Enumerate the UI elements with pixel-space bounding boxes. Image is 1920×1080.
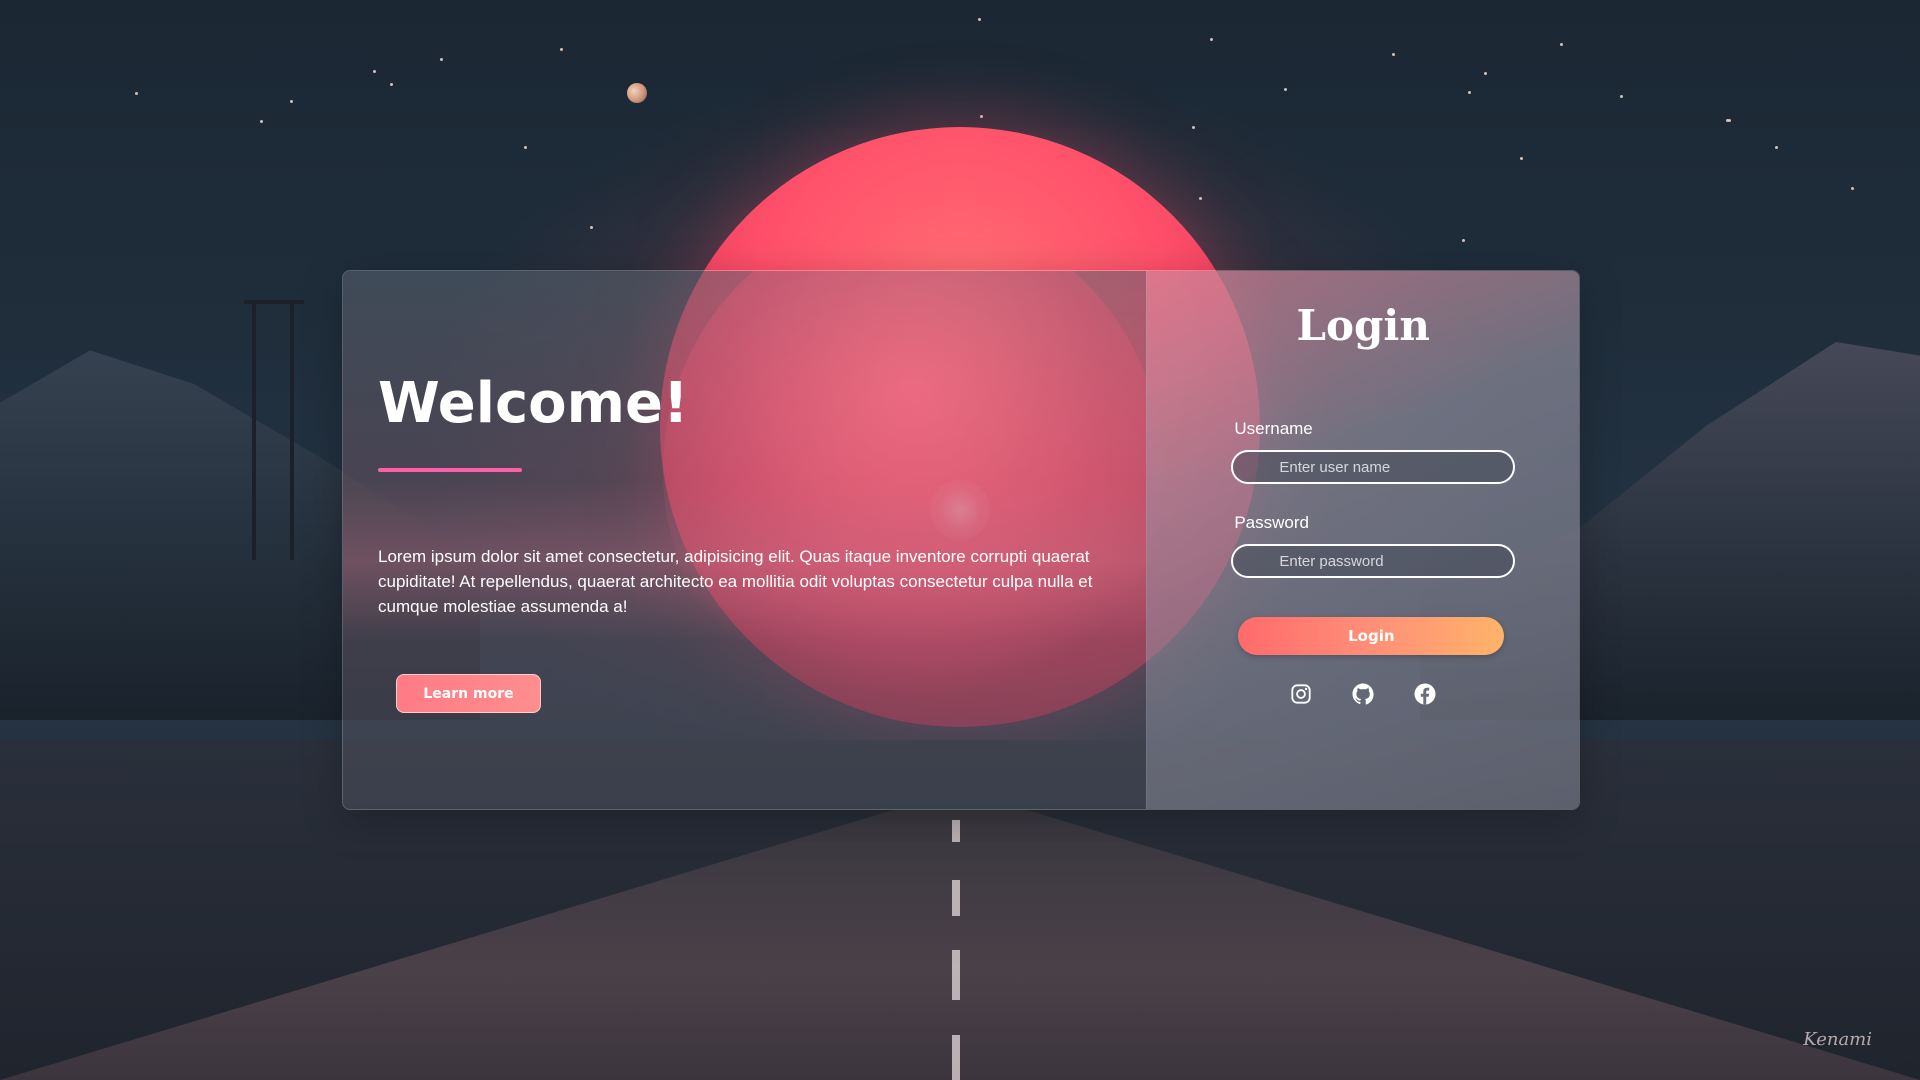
utility-pole [290, 300, 294, 560]
welcome-description: Lorem ipsum dolor sit amet consectetur, … [378, 547, 1093, 616]
learn-more-button[interactable]: Learn more [396, 674, 541, 713]
username-input[interactable] [1231, 450, 1516, 484]
login-panel: Login Username Password Login [1146, 271, 1579, 809]
facebook-icon[interactable] [1412, 681, 1438, 707]
small-moon [627, 83, 647, 103]
social-links [1147, 681, 1579, 707]
artist-signature: Kenami [1803, 1029, 1872, 1050]
utility-pole [252, 300, 256, 560]
road-marking [952, 880, 960, 916]
login-card: Welcome! Lorem ipsum dolor sit amet cons… [342, 270, 1580, 810]
welcome-title: Welcome! [378, 371, 689, 436]
password-input[interactable] [1231, 544, 1516, 578]
welcome-panel: Welcome! Lorem ipsum dolor sit amet cons… [343, 271, 1163, 809]
background-scene: Kenami Welcome! Lorem ipsum dolor sit am… [0, 0, 1920, 1080]
road-marking [952, 820, 960, 842]
username-label: Username [1234, 419, 1313, 438]
road-marking [952, 950, 960, 1000]
login-title: Login [1296, 301, 1430, 350]
github-icon[interactable] [1350, 681, 1376, 707]
road-marking [952, 1035, 960, 1080]
title-underline [378, 468, 522, 472]
password-label: Password [1234, 513, 1309, 532]
utility-pole-crossbar [244, 300, 304, 304]
instagram-icon[interactable] [1288, 681, 1314, 707]
login-button[interactable]: Login [1238, 617, 1505, 655]
